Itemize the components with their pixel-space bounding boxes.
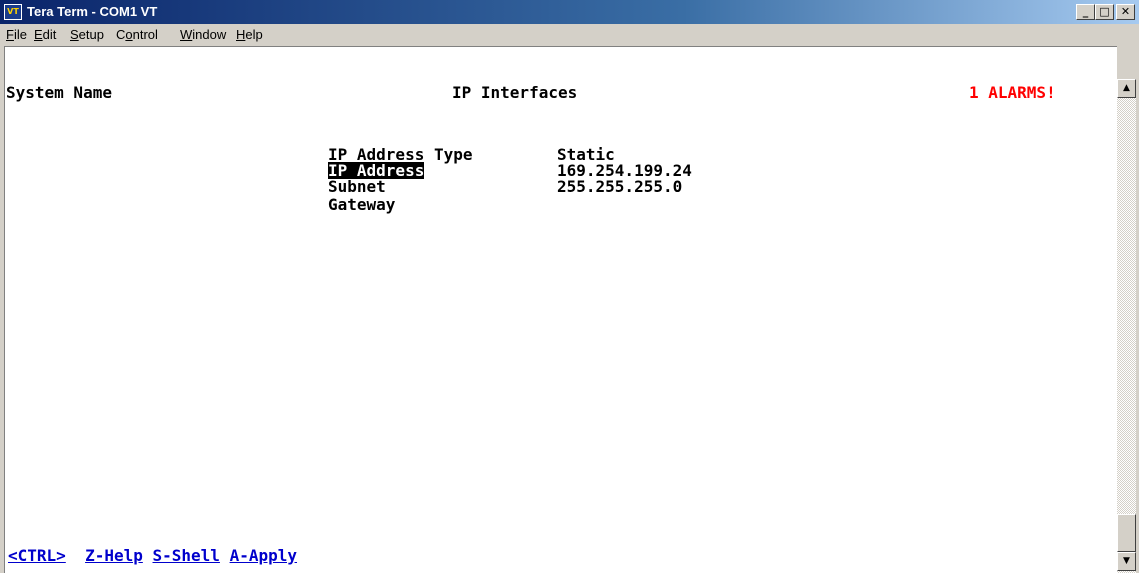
tera-term-icon[interactable]: VT <box>4 4 22 20</box>
footer-keys: <CTRL> Z-Help S-Shell A-Apply <box>8 547 297 564</box>
close-button[interactable]: ✕ <box>1116 4 1135 20</box>
tera-term-window: VT Tera Term - COM1 VT _ □ ✕ File Edit S… <box>0 0 1139 573</box>
menu-window[interactable]: Window <box>180 27 226 42</box>
title-bar[interactable]: VT Tera Term - COM1 VT _ □ ✕ <box>0 0 1139 24</box>
apply-key-link[interactable]: A-Apply <box>230 546 297 565</box>
minimize-button[interactable]: _ <box>1076 4 1095 20</box>
field-value-subnet: 255.255.255.0 <box>557 177 683 196</box>
help-key-link[interactable]: Z-Help <box>85 546 143 565</box>
shell-key-link[interactable]: S-Shell <box>153 546 220 565</box>
menu-bar: File Edit Setup Control Window Help <box>0 24 1139 45</box>
ctrl-key-link[interactable]: <CTRL> <box>8 546 66 565</box>
terminal-screen[interactable] <box>4 46 1117 573</box>
vertical-scrollbar[interactable] <box>1117 79 1136 573</box>
menu-edit[interactable]: Edit <box>34 27 56 42</box>
menu-help[interactable]: Help <box>236 27 263 42</box>
system-name: System Name <box>6 83 112 102</box>
alarm-indicator: 1 ALARMS! <box>969 83 1056 102</box>
scroll-down-arrow-icon[interactable]: ▼ <box>1117 552 1136 571</box>
menu-setup[interactable]: Setup <box>70 27 104 42</box>
menu-file[interactable]: File <box>6 27 27 42</box>
field-label-gateway[interactable]: Gateway <box>328 196 395 213</box>
scroll-thumb[interactable] <box>1117 514 1136 552</box>
maximize-button[interactable]: □ <box>1095 4 1114 20</box>
scroll-up-arrow-icon[interactable]: ▲ <box>1117 79 1136 98</box>
window-title: Tera Term - COM1 VT <box>27 4 158 19</box>
screen-title: IP Interfaces <box>452 83 578 102</box>
field-label-subnet[interactable]: Subnet <box>328 178 386 195</box>
menu-control[interactable]: Control <box>116 27 158 42</box>
